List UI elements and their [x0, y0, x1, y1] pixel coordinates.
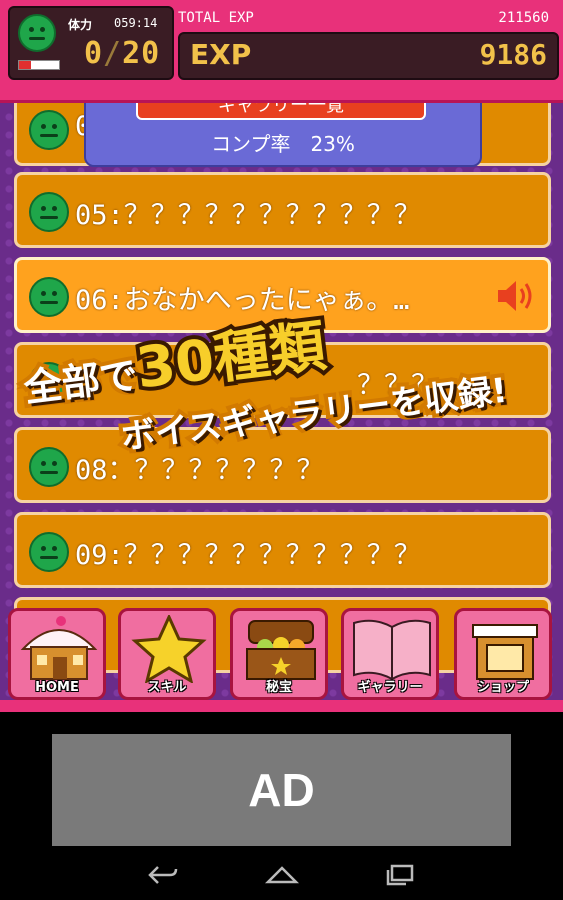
total-exp-value: 211560 — [498, 10, 549, 26]
gallery-row-05[interactable]: 05:？？？？？？？？？？？ — [14, 172, 551, 248]
nav-shop-button[interactable]: ショップ — [454, 608, 552, 700]
smiley-face-icon — [29, 277, 69, 317]
nav-home-label: HOME — [35, 680, 79, 695]
nav-gallery-button[interactable]: ギャラリー — [341, 608, 439, 700]
nav-skill-button[interactable]: スキル — [118, 608, 216, 700]
recents-icon[interactable] — [386, 864, 416, 886]
house-icon — [20, 616, 98, 680]
speaker-icon[interactable] — [496, 278, 536, 314]
nav-shop-label: ショップ — [476, 680, 529, 695]
smiley-face-icon — [29, 447, 69, 487]
status-header: 体力 059:14 0/20 TOTAL EXP 211560 EXP 9186 — [0, 0, 563, 103]
row-label: 09:？？？？？？？？？？？ — [75, 540, 421, 571]
nav-home-button[interactable]: HOME — [8, 608, 106, 700]
exp-value: 9186 — [479, 38, 547, 71]
stamina-value: 0/20 — [84, 36, 161, 71]
home-icon[interactable] — [264, 864, 300, 886]
row-label: 05:？？？？？？？？？？？ — [75, 200, 421, 231]
nav-strip — [0, 700, 563, 712]
exp-panel: EXP 9186 — [178, 32, 559, 80]
star-icon — [131, 615, 207, 683]
book-icon — [353, 619, 431, 681]
nav-secret-button[interactable]: 秘宝 — [230, 608, 328, 700]
system-nav-bar — [0, 850, 563, 900]
nav-skill-label: スキル — [147, 680, 187, 695]
stamina-panel: 体力 059:14 0/20 — [8, 6, 174, 80]
nav-gallery-label: ギャラリー — [357, 680, 423, 695]
ad-banner[interactable]: AD — [52, 734, 511, 846]
ad-area: AD — [0, 712, 563, 850]
back-icon[interactable] — [146, 864, 180, 886]
treasure-chest-icon — [246, 620, 316, 680]
nav-secret-label: 秘宝 — [265, 680, 292, 695]
stamina-timer: 059:14 — [114, 16, 158, 30]
smiley-face-icon — [18, 14, 56, 52]
bottom-nav: HOME スキル 秘宝 ギャラリー ショップ — [0, 598, 563, 710]
smiley-face-icon — [29, 192, 69, 232]
smiley-face-icon — [29, 532, 69, 572]
total-exp-label: TOTAL EXP — [178, 10, 254, 26]
smiley-face-icon — [29, 110, 69, 150]
stamina-label: 体力 — [68, 18, 93, 32]
gallery-row-09[interactable]: 09:？？？？？？？？？？？ — [14, 512, 551, 588]
exp-label: EXP — [190, 38, 252, 71]
shop-icon — [472, 624, 538, 680]
stamina-bar — [18, 60, 60, 70]
row-label: 08：？？？？？？？ — [75, 455, 324, 486]
completion-rate: コンプ率 23% — [211, 132, 355, 156]
